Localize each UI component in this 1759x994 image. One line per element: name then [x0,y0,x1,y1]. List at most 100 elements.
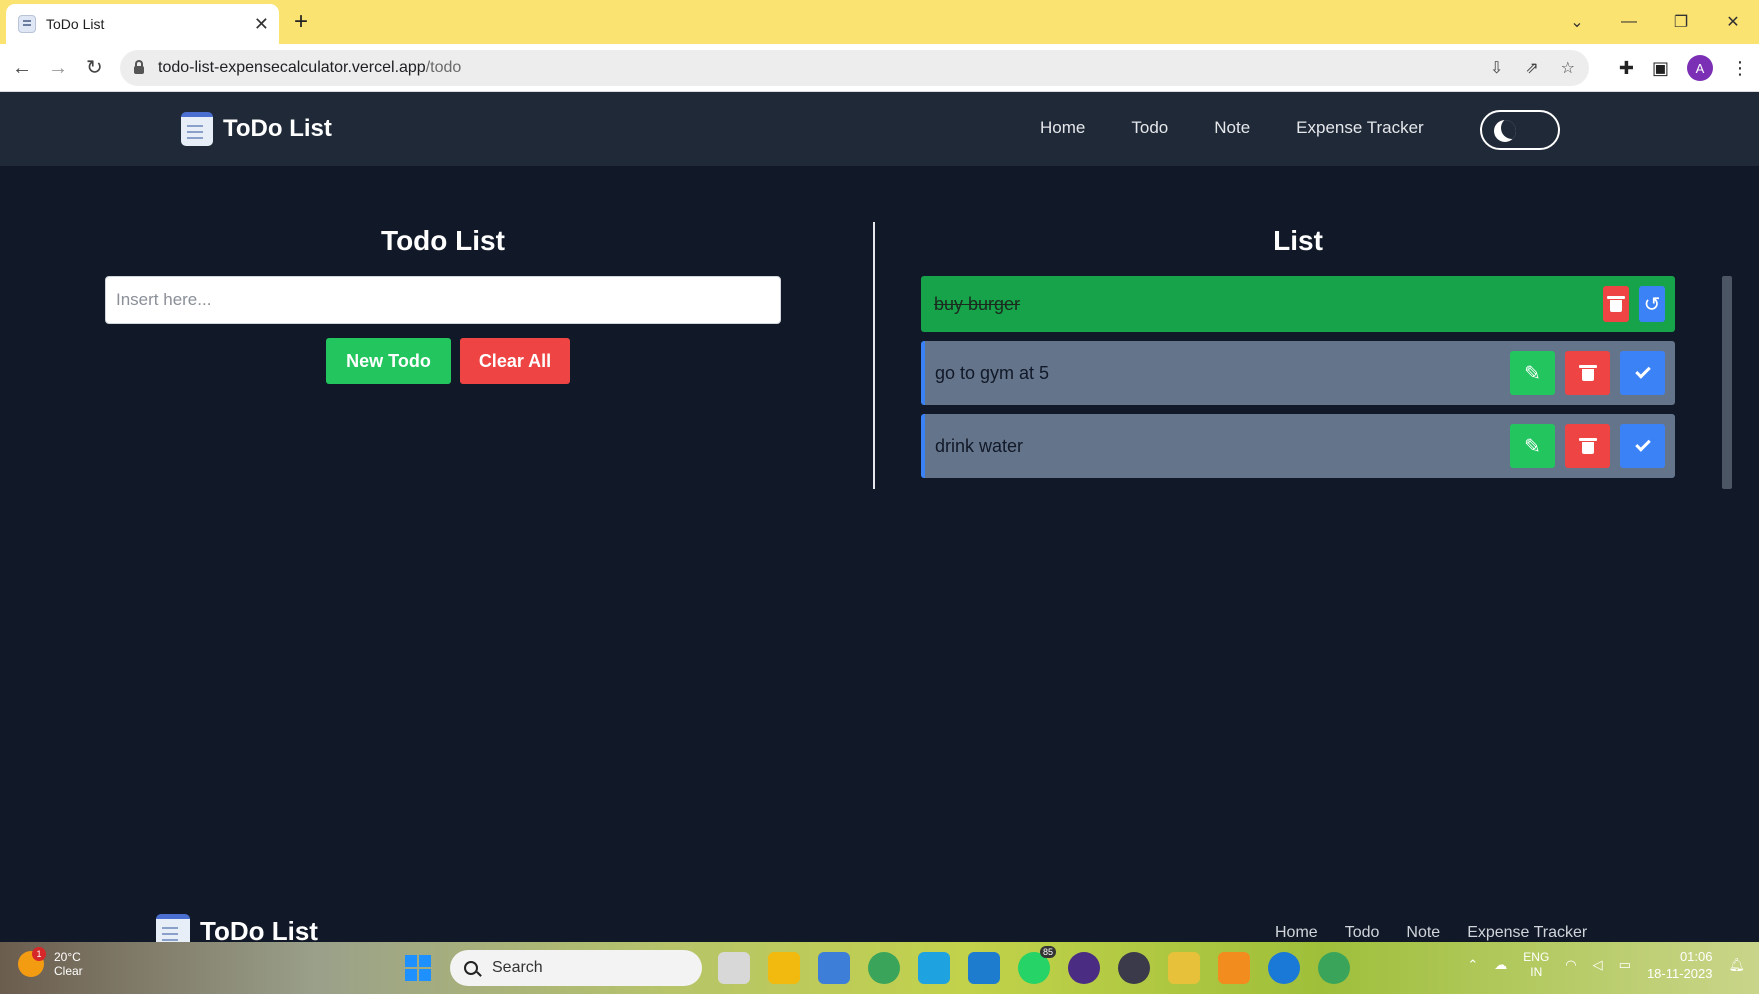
footer-link-expense-tracker[interactable]: Expense Tracker [1467,924,1587,942]
list-item-text: drink water [935,435,1024,456]
battery-icon[interactable]: ▭ [1619,957,1631,973]
profile-avatar[interactable]: A [1687,55,1713,81]
wifi-icon[interactable]: ◠ [1565,957,1576,973]
lock-icon[interactable] [134,60,144,74]
notification-badge: 1 [32,947,46,961]
reload-button[interactable]: ↻ [86,56,103,80]
tab-close-icon[interactable]: ✕ [254,14,269,35]
file-explorer-icon[interactable] [768,952,800,984]
delete-icon [1578,438,1597,454]
new-tab-button[interactable]: + [294,10,308,34]
browser-tab[interactable]: ToDo List ✕ [6,4,279,44]
nav-links: Home Todo Note Expense Tracker [1040,118,1424,138]
system-tray: ⌃ ☁ ENG IN ◠ ◁ ▭ 01:06 18-11-2023 🔔︎ [1467,948,1745,982]
clock-time: 01:06 [1679,949,1713,964]
browser-toolbar: ← → ↻ todo-list-expensecalculator.vercel… [0,44,1759,92]
browser-tabstrip: ToDo List ✕ + ⌄ — ❐ ✕ [0,0,1759,44]
puzzle-icon[interactable]: ✚ [1619,58,1634,79]
app-navbar: ToDo List Home Todo Note Expense Tracker [0,92,1759,166]
chrome-icon[interactable] [868,952,900,984]
list-item: drink water ✎ [921,414,1675,478]
todo-panel-title: Todo List [381,225,505,256]
notifications-icon[interactable]: 🔔︎ [1728,957,1745,973]
clear-all-button[interactable]: Clear All [460,338,570,384]
weather-temp: 20°C [54,950,81,964]
taskbar-search-label: Search [492,959,543,976]
star-icon[interactable]: ☆ [1561,58,1575,78]
taskbar-apps: 85 [718,946,1350,984]
restore-button[interactable]: ❐ [1655,12,1707,32]
sticky-notes-icon[interactable] [1168,952,1200,984]
todo-input[interactable] [105,276,781,324]
search-icon [464,961,478,975]
share-icon[interactable]: ⇗ [1525,58,1538,78]
footer-link-note[interactable]: Note [1406,924,1440,942]
delete-button[interactable] [1565,351,1610,395]
complete-button[interactable] [1620,424,1665,468]
notepad-icon [181,112,213,146]
list-item-text: buy burger [934,293,1021,314]
skype-icon[interactable] [918,952,950,984]
list-panel-title: List [1273,225,1323,256]
taskbar-search[interactable]: Search [450,950,702,986]
vscode-icon[interactable] [968,952,1000,984]
address-bar[interactable]: todo-list-expensecalculator.vercel.app /… [120,50,1589,86]
edit-button[interactable]: ✎ [1510,351,1555,395]
menu-icon[interactable]: ⋮ [1731,58,1749,79]
edit-icon: ✎ [1524,361,1541,385]
obs-icon[interactable] [1118,952,1150,984]
forward-button[interactable]: → [48,56,68,80]
footer: ToDo List Home Todo Note Expense Tracker [0,890,1759,948]
new-todo-button[interactable]: New Todo [326,338,451,384]
undo-button[interactable]: ↺ [1639,286,1665,322]
nav-link-note[interactable]: Note [1214,118,1250,138]
volume-icon[interactable]: ◁ [1593,957,1603,973]
edit-button[interactable]: ✎ [1510,424,1555,468]
install-icon[interactable]: ⇩ [1490,58,1503,78]
task-view-icon[interactable] [718,952,750,984]
weather-desc: Clear [54,964,83,978]
weather-widget[interactable]: 1 20°C Clear [18,947,83,978]
app-store-icon[interactable] [1268,952,1300,984]
whatsapp-icon[interactable]: 85 [1018,946,1056,984]
vlc-icon[interactable] [1218,952,1250,984]
brand[interactable]: ToDo List [181,112,332,146]
start-button[interactable] [405,955,431,981]
close-window-button[interactable]: ✕ [1707,12,1759,32]
omnibox-actions: ⇩ ⇗ ☆ [1490,50,1575,86]
complete-button[interactable] [1620,351,1665,395]
delete-button[interactable] [1603,286,1629,322]
language-code: ENG [1523,950,1550,964]
footer-link-todo[interactable]: Todo [1345,924,1380,942]
tor-icon[interactable] [1068,952,1100,984]
nav-link-home[interactable]: Home [1040,118,1085,138]
url-host: todo-list-expensecalculator.vercel.app [158,59,426,76]
footer-link-home[interactable]: Home [1275,924,1318,942]
theme-toggle[interactable] [1480,110,1560,150]
list-scrollbar[interactable] [1722,276,1732,489]
back-button[interactable]: ← [12,56,32,80]
panel-divider [873,222,875,489]
chrome-profile-icon[interactable] [1318,952,1350,984]
edit-icon: ✎ [1524,434,1541,458]
clock[interactable]: 01:06 18-11-2023 [1647,948,1713,982]
tab-search-icon[interactable]: ⌄ [1551,12,1603,32]
store-icon[interactable] [818,952,850,984]
onedrive-icon[interactable]: ☁ [1494,957,1507,973]
delete-icon [1578,365,1597,381]
tab-title: ToDo List [46,16,105,32]
nav-link-todo[interactable]: Todo [1131,118,1168,138]
footer-links: Home Todo Note Expense Tracker [1275,924,1587,942]
nav-link-expense-tracker[interactable]: Expense Tracker [1296,118,1424,138]
minimize-button[interactable]: — [1603,13,1655,31]
language-indicator[interactable]: ENG IN [1523,950,1549,980]
brand-title: ToDo List [223,115,332,142]
tray-chevron-icon[interactable]: ⌃ [1467,957,1478,973]
delete-icon [1607,296,1625,312]
favicon-icon [18,15,36,33]
extension-area: ✚ ▣ A ⋮ [1619,50,1749,86]
check-icon [1634,363,1651,379]
delete-button[interactable] [1565,424,1610,468]
sidepanel-icon[interactable]: ▣ [1652,58,1669,79]
whatsapp-badge: 85 [1039,946,1056,958]
